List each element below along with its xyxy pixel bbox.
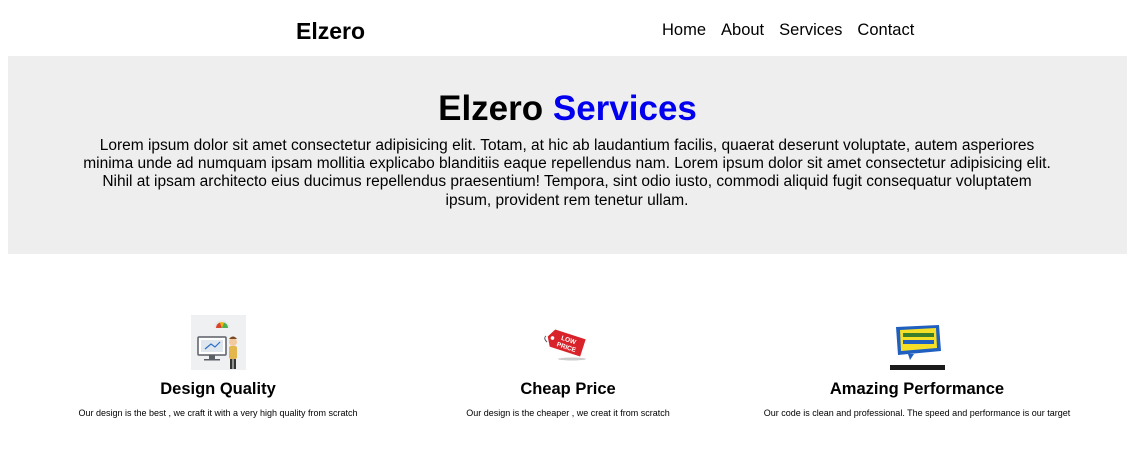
feature-title: Cheap Price <box>520 380 616 398</box>
feature-title: Amazing Performance <box>829 380 1005 398</box>
site-logo[interactable]: Elzero <box>296 17 365 45</box>
hero-title-main: Elzero <box>438 89 544 128</box>
nav-about-link[interactable]: About <box>721 20 764 40</box>
hero-description: Lorem ipsum dolor sit amet consectetur a… <box>83 137 1051 209</box>
feature-title: Design Quality <box>160 380 276 398</box>
nav-services-link[interactable]: Services <box>779 20 842 40</box>
nav-home-link[interactable]: Home <box>662 20 706 40</box>
design-quality-icon <box>190 314 246 370</box>
hero-section: Elzero Services Lorem ipsum dolor sit am… <box>8 56 1127 254</box>
low-price-tag-icon: LOW PRICE <box>540 314 596 370</box>
amazing-performance-icon <box>889 314 945 370</box>
hero-title-accent: Services <box>552 89 697 128</box>
feature-text: Our design is the best , we craft it wit… <box>78 408 358 418</box>
feature-cheap-price: LOW PRICE Cheap Price Our design is the … <box>379 314 757 419</box>
feature-amazing-performance: Amazing Performance Our code is clean an… <box>728 314 1106 419</box>
feature-text: Our design is the cheaper , we creat it … <box>466 408 670 418</box>
nav-contact-link[interactable]: Contact <box>857 20 914 40</box>
feature-design-quality: Design Quality Our design is the best , … <box>29 314 407 419</box>
main-nav: Home About Services Contact <box>662 20 914 40</box>
feature-text: Our code is clean and professional. The … <box>763 408 1071 418</box>
site-header: Elzero Home About Services Contact <box>0 0 1135 56</box>
hero-title: Elzero Services <box>8 88 1127 130</box>
